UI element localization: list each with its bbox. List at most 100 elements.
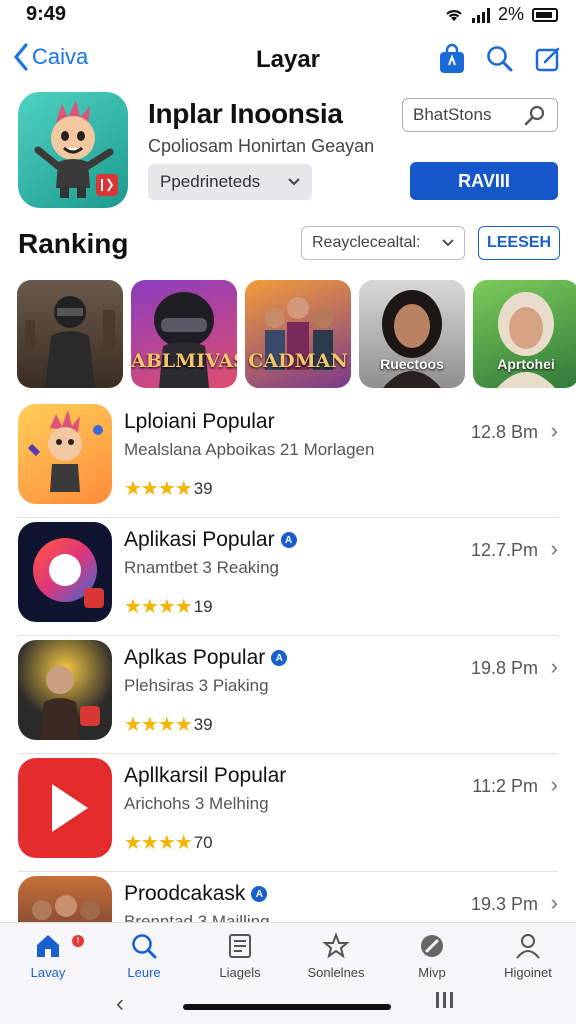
verified-badge-icon: A bbox=[280, 532, 297, 548]
chevron-down-icon bbox=[288, 178, 300, 186]
app-icon bbox=[18, 640, 112, 740]
app-title: Aplkas Popular A bbox=[124, 646, 288, 670]
app-subtitle: Mealslana Apboikas 21 Morlagen bbox=[124, 440, 375, 459]
verified-badge-icon: A bbox=[251, 886, 268, 902]
app-meta: 12.8 Bm bbox=[470, 422, 538, 442]
home-indicator[interactable] bbox=[183, 1004, 391, 1010]
app-meta: 19.8 Pm bbox=[470, 658, 538, 678]
carousel-card-label: ABLMIVAS bbox=[131, 350, 237, 372]
carousel-card-label: CADMAN bbox=[248, 350, 348, 372]
document-icon bbox=[229, 934, 251, 958]
nav-actions bbox=[436, 42, 564, 76]
app-title: Apllkarsil Popular bbox=[124, 764, 287, 787]
chevron-down-icon bbox=[442, 239, 454, 247]
ranking-carousel: ABLMIVAS CADMAN Ruectoos Aprtohei bbox=[17, 280, 576, 390]
chevron-right-icon: › bbox=[550, 418, 558, 443]
verified-badge-icon: A bbox=[271, 650, 288, 666]
app-icon bbox=[18, 404, 112, 504]
tab-label: Mivp bbox=[418, 965, 446, 980]
app-subtitle: Rnamtbet 3 Reaking bbox=[124, 558, 279, 577]
app-meta: 19.3 Pm bbox=[470, 894, 538, 914]
carousel-card[interactable]: Aprtohei bbox=[473, 280, 576, 388]
ranking-header: Ranking Reayclecealtal: LEESEH bbox=[18, 224, 564, 266]
battery-percent: 2% bbox=[497, 4, 524, 24]
search-icon bbox=[487, 46, 513, 72]
app-list: Lploiani Popular Mealslana Apboikas 21 M… bbox=[18, 400, 558, 990]
carousel-card[interactable] bbox=[17, 280, 123, 388]
battery-icon bbox=[532, 7, 558, 22]
nav-bar: Caiva Layar bbox=[0, 38, 576, 82]
search-button[interactable] bbox=[484, 42, 516, 76]
app-rating: ★★★★ 70 bbox=[124, 832, 213, 854]
featured-dropdown-value: Ppedrineteds bbox=[160, 172, 261, 191]
star-rating-icon: ★★★★ bbox=[124, 596, 193, 618]
compose-icon bbox=[535, 47, 560, 72]
list-item[interactable]: Aplikasi Popular A Rnamtbet 3 Reaking ★★★… bbox=[18, 518, 558, 636]
chevron-right-icon: › bbox=[550, 772, 558, 797]
app-subtitle: Plehsiras 3 Piaking bbox=[124, 676, 269, 695]
search-icon bbox=[524, 105, 545, 126]
app-rating: ★★★★ 39 bbox=[124, 714, 213, 736]
mascot-icon bbox=[34, 100, 118, 198]
ranking-filter-value: Reayclecealtal: bbox=[312, 234, 421, 251]
featured-dropdown[interactable]: Ppedrineteds bbox=[148, 164, 312, 200]
chevron-right-icon: › bbox=[550, 536, 558, 561]
featured-primary-button[interactable]: RAVIII bbox=[410, 162, 558, 200]
app-icon bbox=[18, 522, 112, 622]
tab-pages[interactable]: Liagels bbox=[192, 923, 288, 986]
back-button[interactable]: Caiva bbox=[12, 42, 88, 72]
tab-label: Liagels bbox=[219, 965, 261, 980]
soldier-image bbox=[25, 296, 115, 388]
ring-logo-icon bbox=[33, 538, 104, 608]
app-meta: 11:2 Pm bbox=[472, 776, 538, 796]
carousel-card[interactable]: ABLMIVAS bbox=[131, 280, 237, 388]
tab-label: Leure bbox=[127, 965, 161, 980]
star-icon bbox=[322, 932, 350, 959]
ranking-more-button[interactable]: LEESEH bbox=[478, 226, 560, 260]
app-title: Aplikasi Popular A bbox=[124, 528, 297, 552]
tab-schedules[interactable]: Sonlelnes bbox=[288, 923, 384, 986]
bag-button[interactable] bbox=[436, 42, 468, 76]
tab-badge: ! bbox=[72, 935, 84, 947]
status-bar: 9:49 2% bbox=[0, 0, 576, 30]
app-icon bbox=[18, 758, 112, 858]
featured-search-placeholder: BhatStons bbox=[413, 105, 492, 124]
featured-app: Inplar Inoonsia Cpoliosam Honirtan Geaya… bbox=[18, 92, 564, 212]
list-item[interactable]: Lploiani Popular Mealslana Apboikas 21 M… bbox=[18, 400, 558, 518]
search-icon bbox=[132, 934, 157, 959]
tab-map[interactable]: Mivp bbox=[384, 923, 480, 986]
tab-search[interactable]: Leure bbox=[96, 923, 192, 986]
wifi-icon bbox=[446, 9, 462, 21]
recents-icon[interactable] bbox=[436, 992, 453, 1008]
status-indicators: 2% bbox=[444, 4, 558, 25]
featured-search-input[interactable]: BhatStons bbox=[402, 98, 558, 132]
tab-profile[interactable]: Higoinet bbox=[480, 923, 576, 986]
carousel-card[interactable]: CADMAN bbox=[245, 280, 351, 388]
bag-icon bbox=[440, 43, 464, 73]
featured-app-subtitle: Cpoliosam Honirtan Geayan bbox=[148, 136, 375, 156]
star-rating-icon: ★★★★ bbox=[124, 478, 193, 500]
ranking-filter-select[interactable]: Reayclecealtal: bbox=[301, 226, 465, 260]
app-title: Proodcakask A bbox=[124, 882, 268, 906]
status-time: 9:49 bbox=[26, 3, 67, 25]
ranking-title: Ranking bbox=[18, 228, 129, 259]
play-icon bbox=[52, 784, 88, 832]
back-label: Caiva bbox=[32, 44, 89, 69]
system-nav: ‹ bbox=[0, 986, 576, 1024]
tab-home[interactable]: ! Lavay bbox=[0, 923, 96, 986]
star-rating-icon: ★★★★ bbox=[124, 832, 193, 854]
tab-label: Sonlelnes bbox=[307, 965, 365, 980]
system-back-icon[interactable]: ‹ bbox=[116, 990, 124, 1018]
list-item[interactable]: Aplkas Popular A Plehsiras 3 Piaking ★★★★… bbox=[18, 636, 558, 754]
featured-app-icon[interactable] bbox=[18, 92, 128, 208]
portrait-icon bbox=[40, 666, 100, 740]
tab-label: Lavay bbox=[30, 965, 66, 980]
chevron-right-icon: › bbox=[550, 890, 558, 915]
carousel-card-label: Ruectoos bbox=[380, 356, 444, 372]
tab-bar: ! Lavay Leure Liagels Sonlelnes Mivp Hig… bbox=[0, 922, 576, 986]
app-subtitle: Arichohs 3 Melhing bbox=[124, 794, 269, 813]
carousel-card[interactable]: Ruectoos bbox=[359, 280, 465, 388]
compose-button[interactable] bbox=[532, 42, 564, 76]
list-item[interactable]: Apllkarsil Popular Arichohs 3 Melhing ★★… bbox=[18, 754, 558, 872]
compass-icon bbox=[421, 935, 443, 957]
